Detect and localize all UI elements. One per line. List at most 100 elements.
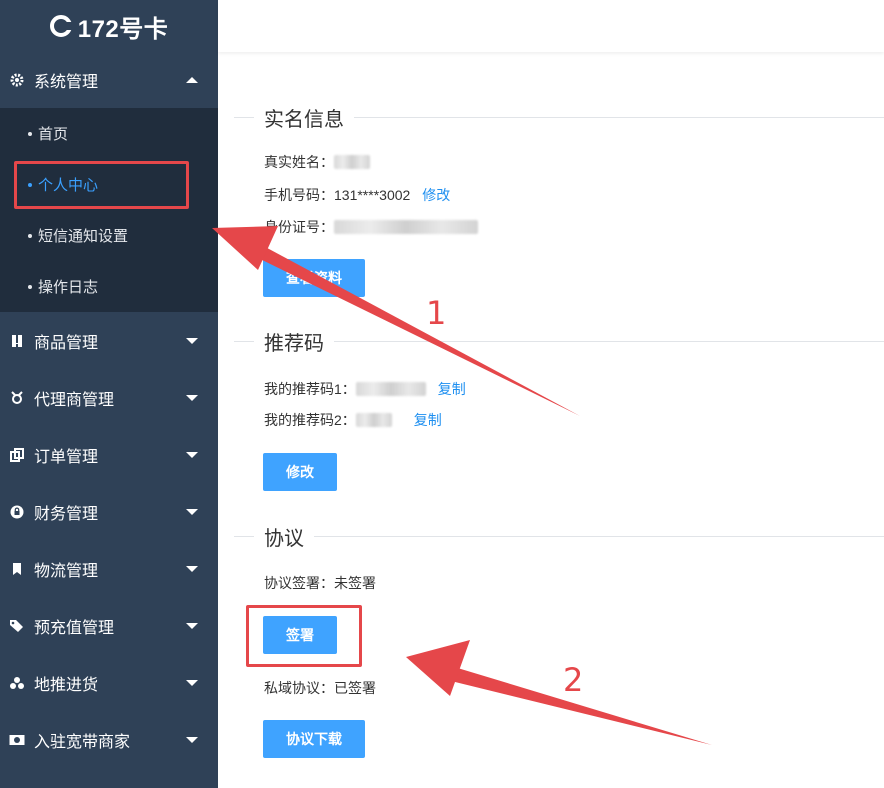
menu-group-agent: 代理商管理 <box>0 369 218 426</box>
code2-label: 我的推荐码2： <box>264 412 356 428</box>
order-icon <box>8 446 26 464</box>
agent-icon <box>8 389 26 407</box>
chevron-down-icon <box>186 394 198 401</box>
code2-copy-link[interactable]: 复制 <box>414 410 442 430</box>
menu-prepaid[interactable]: 预充值管理 <box>0 597 218 654</box>
id-redacted <box>334 220 478 234</box>
chevron-down-icon <box>186 679 198 686</box>
section-title: 推荐码 <box>264 332 324 355</box>
menu-logistics-label: 物流管理 <box>34 562 99 580</box>
name-redacted <box>334 155 370 169</box>
download-agreement-button[interactable]: 协议下载 <box>263 720 365 758</box>
realname-phone-row: 手机号码： 131****3002 修改 <box>264 185 450 205</box>
bullet-icon <box>28 284 32 289</box>
menu-ground-label: 地推进货 <box>34 676 99 694</box>
sidebar-item-profile[interactable]: 个人中心 <box>0 159 218 210</box>
name-label: 真实姓名： <box>264 154 334 170</box>
logo-icon <box>49 15 74 37</box>
menu-group-ground: 地推进货 <box>0 654 218 711</box>
phone-value: 131****3002 <box>334 187 411 203</box>
code1-label: 我的推荐码1： <box>264 381 356 397</box>
sidebar-item-home[interactable]: 首页 <box>0 108 218 159</box>
sidebar-item-label: 短信通知设置 <box>38 228 129 245</box>
agreement-private-row: 私域协议： 已签署 <box>264 678 376 698</box>
referral-code2-row: 我的推荐码2： 复制 <box>264 410 442 430</box>
agreement-sign-row: 协议签署： 未签署 <box>264 573 376 593</box>
money-icon <box>8 731 26 749</box>
sign-button[interactable]: 签署 <box>263 616 337 654</box>
menu-order[interactable]: 订单管理 <box>0 426 218 483</box>
edit-referral-button[interactable]: 修改 <box>263 453 337 491</box>
section-realname: 实名信息 <box>234 103 884 131</box>
section-title: 协议 <box>264 527 304 550</box>
bullet-icon <box>28 182 32 187</box>
section-agreement: 协议 <box>234 522 884 550</box>
menu-system-label: 系统管理 <box>34 74 99 91</box>
chevron-down-icon <box>186 565 198 572</box>
menu-group-logistics: 物流管理 <box>0 540 218 597</box>
menu-group-finance: 财务管理 <box>0 483 218 540</box>
code2-redacted <box>355 413 392 427</box>
main-content: 实名信息 真实姓名： 手机号码： 131****3002 修改 身份证号： 查看… <box>218 52 884 788</box>
menu-order-label: 订单管理 <box>34 448 99 466</box>
menu-logistics[interactable]: 物流管理 <box>0 540 218 597</box>
annotation-number-2: 2 <box>563 661 584 699</box>
bookmark-icon <box>8 560 26 578</box>
section-referral: 推荐码 <box>234 327 884 355</box>
bullet-icon <box>28 131 32 136</box>
private-label: 私域协议： <box>264 680 334 696</box>
menu-agent-label: 代理商管理 <box>34 391 115 409</box>
menu-group-system: 系统管理 首页 个人中心 短信通知设置 操作日志 <box>0 52 218 312</box>
chevron-down-icon <box>186 508 198 515</box>
system-submenu: 首页 个人中心 短信通知设置 操作日志 <box>0 108 218 312</box>
menu-group-order: 订单管理 <box>0 426 218 483</box>
sidebar-item-sms[interactable]: 短信通知设置 <box>0 210 218 261</box>
id-label: 身份证号： <box>264 219 334 235</box>
annotation-number-1: 1 <box>426 294 447 332</box>
menu-group-broadband: 入驻宽带商家 <box>0 711 218 768</box>
logo[interactable]: 172号卡 <box>0 0 218 52</box>
menu-agent[interactable]: 代理商管理 <box>0 369 218 426</box>
coins-icon <box>8 674 26 692</box>
lock-icon <box>8 503 26 521</box>
menu-group-prepaid: 预充值管理 <box>0 597 218 654</box>
menu-finance[interactable]: 财务管理 <box>0 483 218 540</box>
menu-group-product: 商品管理 <box>0 312 218 369</box>
tag-icon <box>8 617 26 635</box>
phone-label: 手机号码： <box>264 187 334 203</box>
menu-system[interactable]: 系统管理 <box>0 52 218 108</box>
phone-edit-link[interactable]: 修改 <box>422 185 450 205</box>
menu-ground[interactable]: 地推进货 <box>0 654 218 711</box>
sidebar-item-label: 首页 <box>38 126 69 143</box>
private-status: 已签署 <box>334 680 376 696</box>
referral-code1-row: 我的推荐码1： 复制 <box>264 379 466 399</box>
gear-icon <box>8 71 26 89</box>
product-icon <box>8 332 26 350</box>
sign-label: 协议签署： <box>264 575 334 591</box>
sidebar-item-label: 个人中心 <box>38 177 99 194</box>
menu-finance-label: 财务管理 <box>34 505 99 523</box>
chevron-up-icon <box>186 77 198 83</box>
chevron-down-icon <box>186 337 198 344</box>
menu-broadband-label: 入驻宽带商家 <box>34 733 131 751</box>
chevron-down-icon <box>186 622 198 629</box>
realname-id-row: 身份证号： <box>264 217 478 237</box>
section-title: 实名信息 <box>264 108 344 131</box>
chevron-down-icon <box>186 451 198 458</box>
sign-status: 未签署 <box>334 575 376 591</box>
view-info-button[interactable]: 查看资料 <box>263 259 365 297</box>
code1-redacted <box>355 382 426 396</box>
bullet-icon <box>28 233 32 238</box>
top-bar <box>218 0 884 52</box>
code1-copy-link[interactable]: 复制 <box>438 379 466 399</box>
logo-text: 172号卡 <box>77 15 169 43</box>
realname-name-row: 真实姓名： <box>264 152 370 172</box>
menu-product[interactable]: 商品管理 <box>0 312 218 369</box>
menu-prepaid-label: 预充值管理 <box>34 619 115 637</box>
menu-product-label: 商品管理 <box>34 334 99 352</box>
chevron-down-icon <box>186 736 198 743</box>
menu-broadband[interactable]: 入驻宽带商家 <box>0 711 218 768</box>
sidebar-item-label: 操作日志 <box>38 279 99 296</box>
sidebar-item-log[interactable]: 操作日志 <box>0 261 218 312</box>
sidebar: 172号卡 系统管理 首页 个人中心 短信通知设置 操作日志 商品管理 代理商管… <box>0 0 218 788</box>
